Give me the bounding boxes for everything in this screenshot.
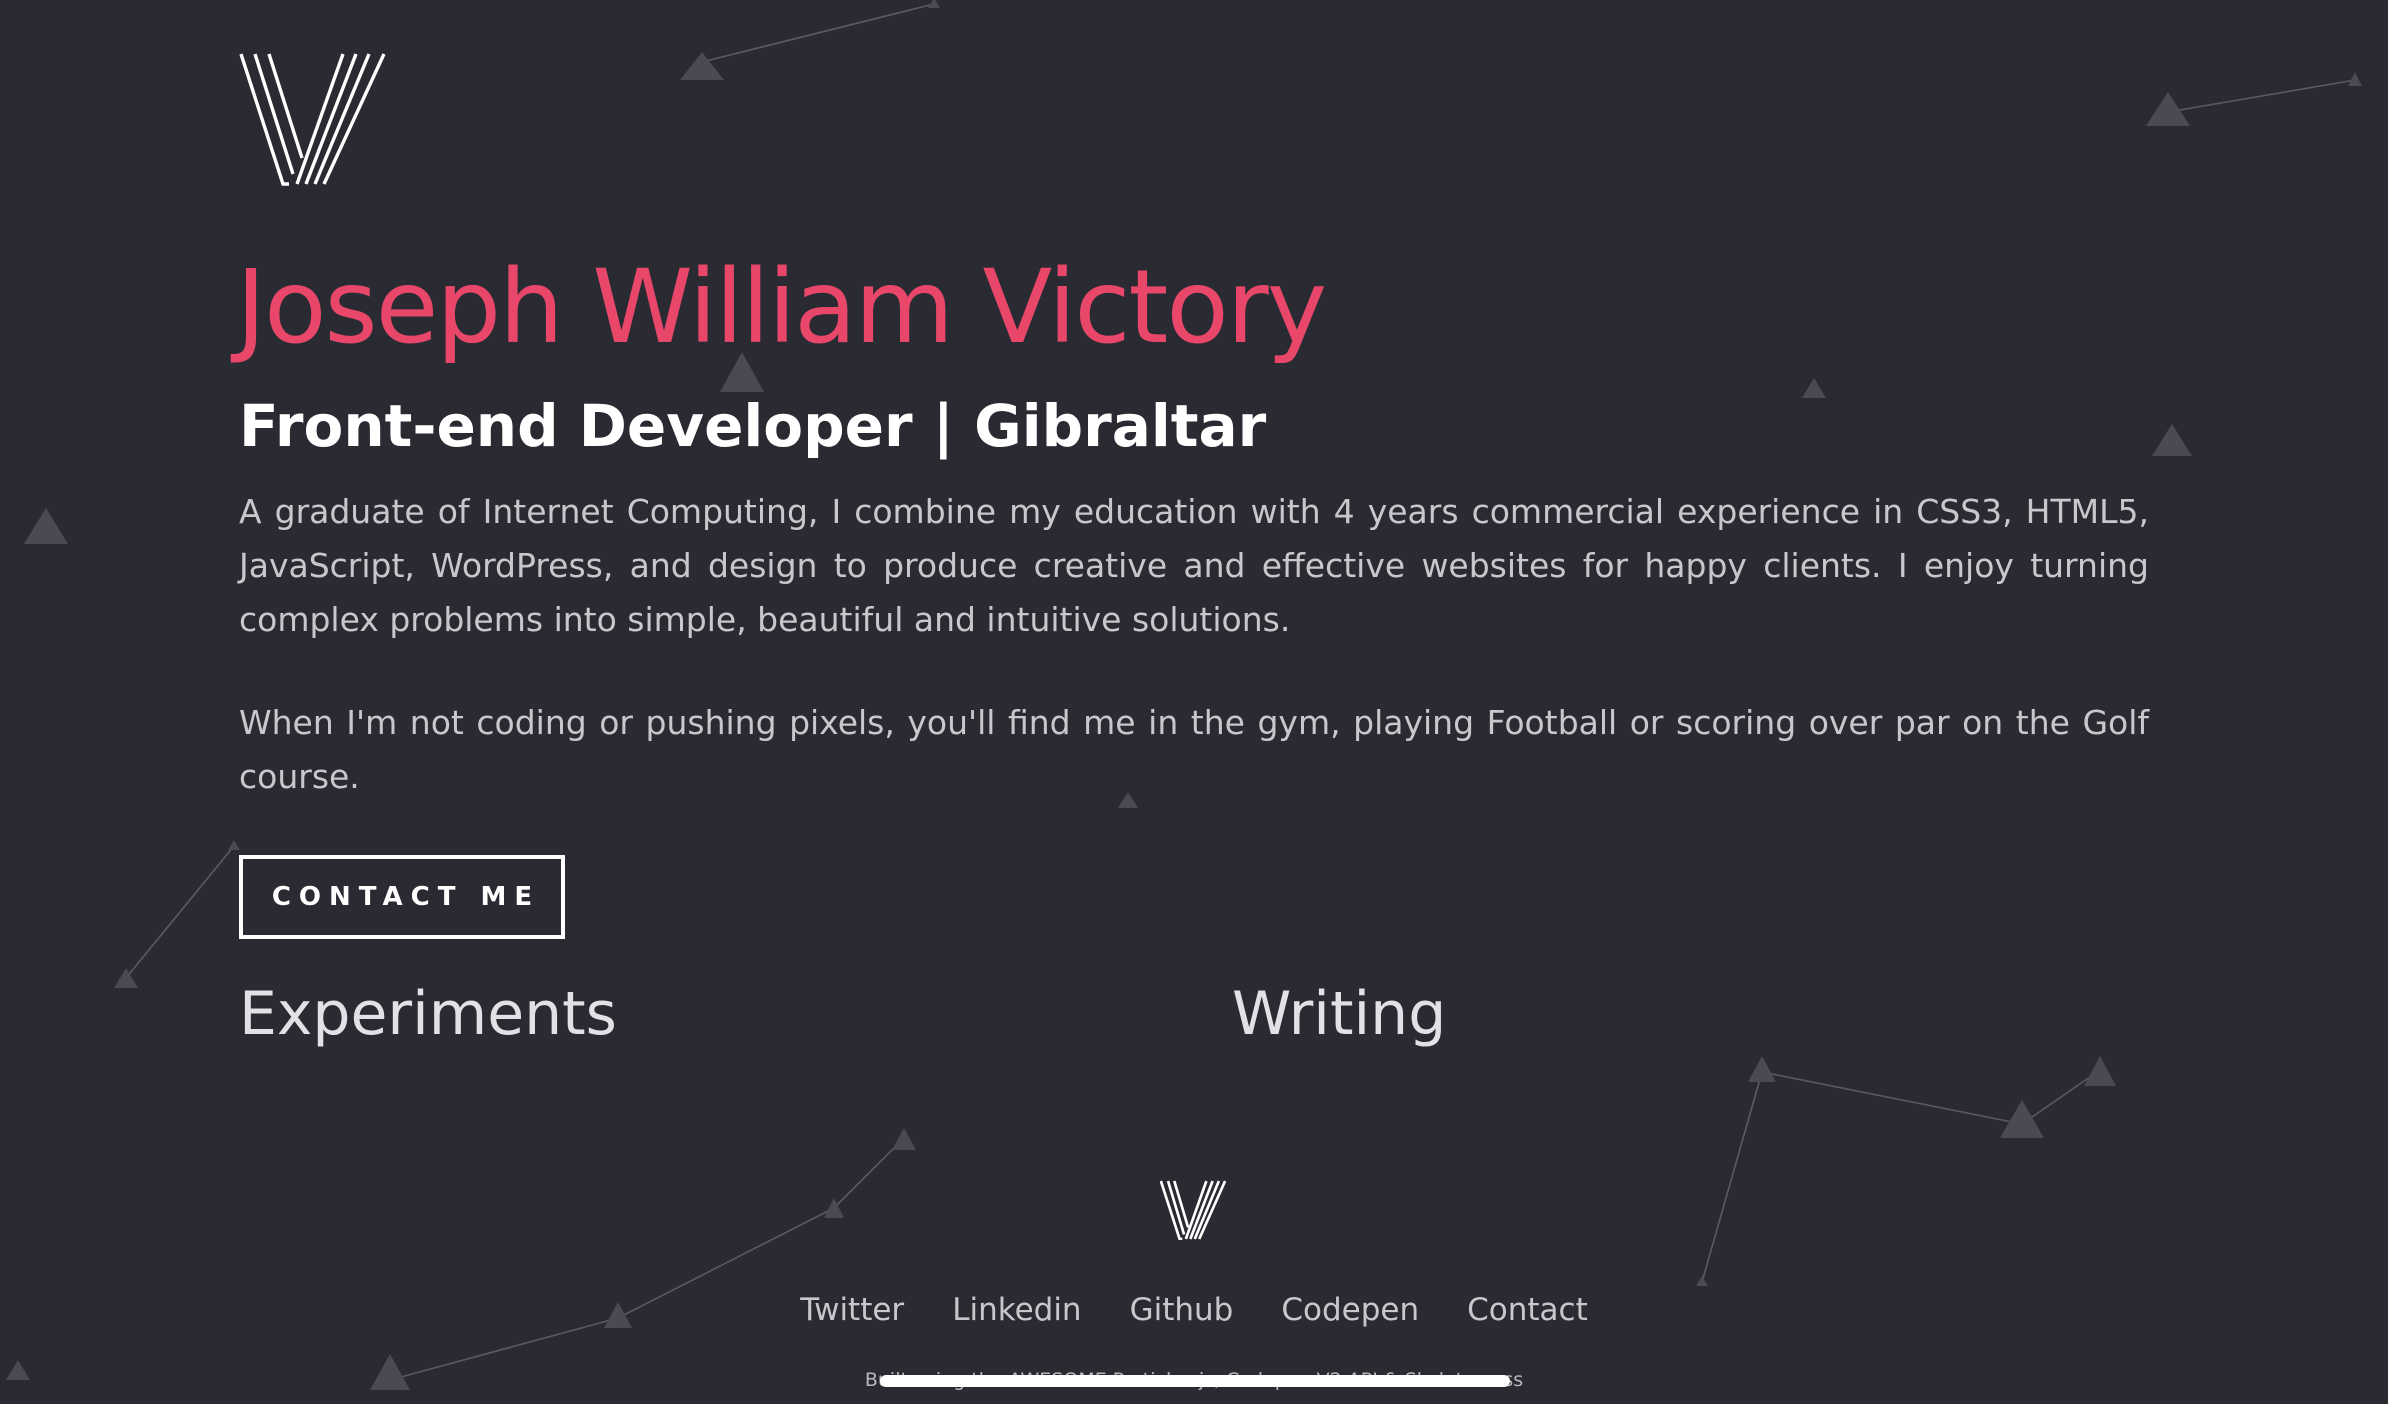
footer-nav-item: Twitter (800, 1284, 904, 1336)
footer-overlay-bar (880, 1375, 1510, 1387)
particle-links (125, 3, 2356, 1381)
footer-nav-item: Contact (1467, 1284, 1588, 1336)
footer-nav-item: Github (1130, 1284, 1234, 1336)
footer-link-twitter[interactable]: Twitter (800, 1292, 904, 1328)
hero-role: Front-end Developer | Gibraltar (239, 392, 1267, 460)
footer-nav: Twitter Linkedin Github Codepen Contact (0, 1284, 2388, 1336)
footer-link-github[interactable]: Github (1130, 1292, 1234, 1328)
footer-logo-icon[interactable] (1160, 1180, 1226, 1240)
logo-icon[interactable] (239, 52, 387, 186)
contact-me-button[interactable]: CONTACT ME (239, 855, 565, 939)
hero-name: Joseph William Victory (236, 248, 1327, 367)
experiments-heading: Experiments (239, 979, 617, 1049)
bio-paragraph-hobbies: When I'm not coding or pushing pixels, y… (239, 703, 2149, 796)
footer-link-codepen[interactable]: Codepen (1281, 1292, 1419, 1328)
footer-link-contact[interactable]: Contact (1467, 1292, 1588, 1328)
bio-paragraph: A graduate of Internet Computing, I comb… (239, 492, 2149, 639)
page: Joseph William Victory Front-end Develop… (0, 0, 2388, 1404)
footer-nav-item: Codepen (1281, 1284, 1419, 1336)
footer-nav-item: Linkedin (952, 1284, 1081, 1336)
footer-link-linkedin[interactable]: Linkedin (952, 1292, 1081, 1328)
writing-heading: Writing (1232, 979, 1447, 1049)
